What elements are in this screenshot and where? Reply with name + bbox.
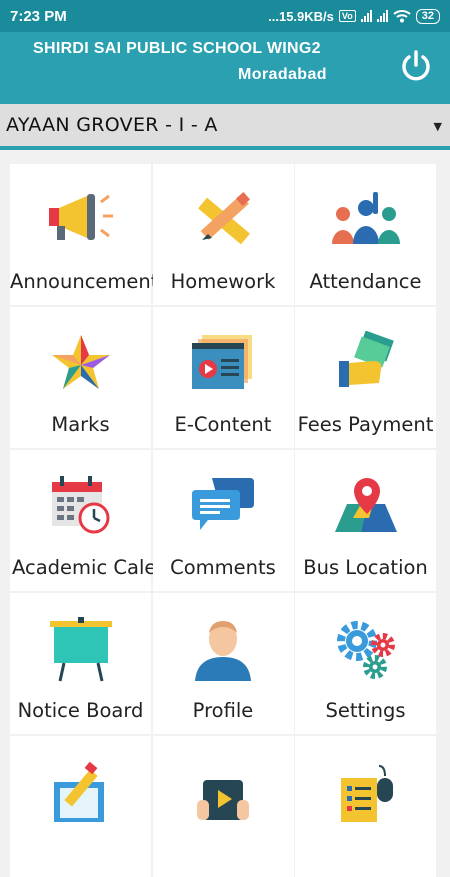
tile-e-content[interactable]: E-Content bbox=[152, 307, 294, 448]
network-speed: ...15.9KB/s bbox=[268, 8, 334, 24]
student-dropdown[interactable]: AYAAN GROVER - I - A ▼ bbox=[0, 104, 450, 150]
video-content-icon bbox=[192, 335, 252, 389]
power-icon[interactable] bbox=[398, 48, 434, 84]
app-header: SHIRDI SAI PUBLIC SCHOOL WING2 Moradabad bbox=[0, 32, 450, 104]
checklist-mouse-icon bbox=[340, 765, 393, 822]
tile-label: Notice Board bbox=[17, 699, 144, 722]
tile-label: E-Content bbox=[174, 413, 272, 436]
students-hand-raise-icon bbox=[331, 192, 400, 244]
battery-icon: 32 bbox=[415, 8, 440, 24]
tile-academic-calendar[interactable]: Academic Calendar bbox=[10, 450, 202, 591]
status-bar: 7:23 PM ...15.9KB/s Vo 32 bbox=[0, 0, 450, 32]
school-location: Moradabad bbox=[238, 66, 327, 83]
tile-fees-payment[interactable]: Fees Payment bbox=[295, 307, 436, 448]
calendar-clock-icon bbox=[51, 476, 109, 534]
tile-notice-board[interactable]: Notice Board bbox=[10, 593, 151, 734]
tile-label: Homework bbox=[170, 270, 276, 293]
tile-online-test[interactable] bbox=[295, 736, 436, 877]
cash-hand-icon bbox=[338, 331, 394, 387]
person-icon bbox=[195, 621, 251, 681]
pencil-ruler-icon bbox=[198, 191, 251, 245]
chevron-down-icon: ▼ bbox=[433, 120, 442, 133]
signal-icon-2 bbox=[376, 10, 388, 22]
tile-label: Academic Calendar bbox=[12, 556, 202, 579]
volte-icon: Vo bbox=[338, 10, 356, 22]
status-time: 7:23 PM bbox=[10, 7, 67, 25]
tile-comments[interactable]: Comments bbox=[152, 450, 294, 591]
video-player-icon bbox=[197, 780, 249, 820]
board-icon bbox=[49, 617, 112, 682]
star-icon bbox=[51, 335, 110, 389]
tile-notes[interactable] bbox=[10, 736, 151, 877]
school-name: SHIRDI SAI PUBLIC SCHOOL WING2 bbox=[33, 40, 321, 57]
gears-icon bbox=[336, 621, 395, 679]
tile-profile[interactable]: Profile bbox=[152, 593, 294, 734]
tile-video[interactable] bbox=[152, 736, 294, 877]
map-pin-icon bbox=[334, 478, 397, 532]
tile-bus-location[interactable]: Bus Location bbox=[295, 450, 436, 591]
tile-label: Attendance bbox=[309, 270, 422, 293]
wifi-icon bbox=[393, 10, 411, 23]
tile-label: Bus Location bbox=[303, 556, 428, 579]
tile-homework[interactable]: Homework bbox=[152, 164, 294, 305]
tile-label: Announcement bbox=[10, 270, 159, 293]
chat-bubbles-icon bbox=[192, 478, 254, 530]
status-indicators: ...15.9KB/s Vo 32 bbox=[268, 8, 440, 24]
tile-marks[interactable]: Marks bbox=[10, 307, 151, 448]
tile-announcement[interactable]: Announcement bbox=[10, 164, 159, 305]
note-pencil-icon bbox=[53, 761, 104, 822]
tile-label: Comments bbox=[170, 556, 276, 579]
menu-grid: Announcement Homework Attendance Marks E… bbox=[10, 164, 436, 877]
tile-label: Fees Payment bbox=[297, 413, 434, 436]
tile-attendance[interactable]: Attendance bbox=[295, 164, 436, 305]
tile-label: Profile bbox=[192, 699, 254, 722]
tile-label: Settings bbox=[325, 699, 406, 722]
signal-icon bbox=[360, 10, 372, 22]
tile-settings[interactable]: Settings bbox=[295, 593, 436, 734]
student-selected: AYAAN GROVER - I - A bbox=[6, 114, 218, 136]
tile-label: Marks bbox=[51, 413, 110, 436]
megaphone-icon bbox=[48, 194, 113, 240]
